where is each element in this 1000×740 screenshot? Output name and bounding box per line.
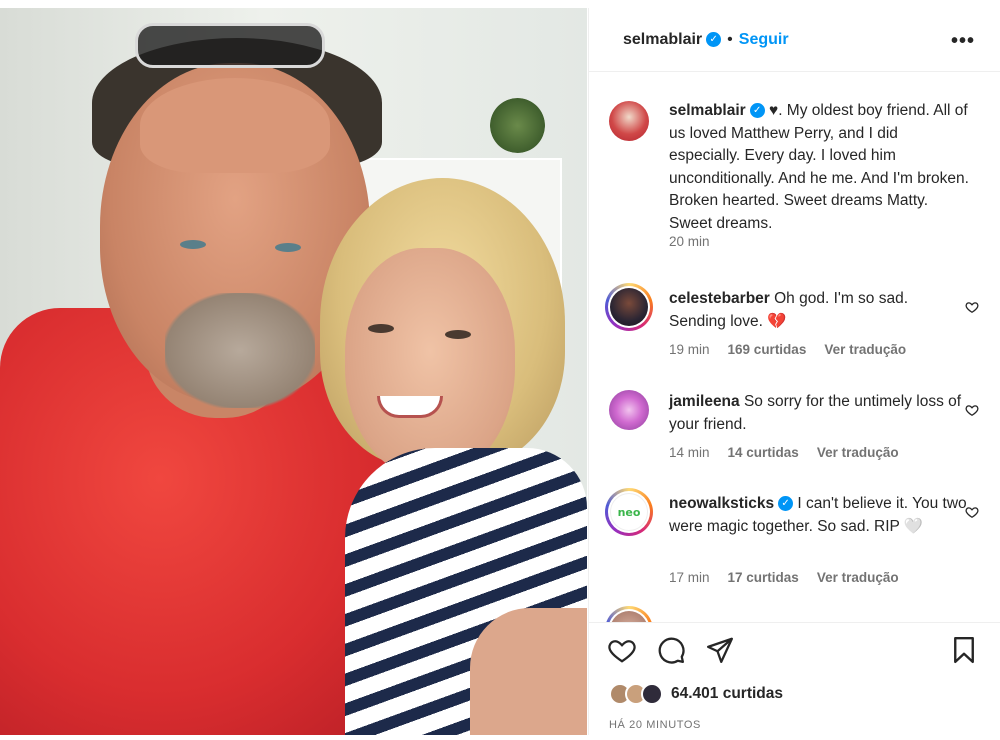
heart-icon[interactable]	[965, 300, 979, 314]
verified-badge-icon: ✓	[706, 32, 722, 47]
avatar-image	[610, 611, 648, 622]
translate-link[interactable]: Ver tradução	[817, 570, 899, 585]
comment-time: 19 min	[669, 342, 710, 357]
translate-link[interactable]: Ver tradução	[817, 445, 899, 460]
comment-meta: 17 min 17 curtidas Ver tradução	[669, 570, 899, 585]
likes-count[interactable]: 64.401 curtidas	[671, 685, 783, 703]
avatar[interactable]	[609, 390, 649, 430]
comment-time: 17 min	[669, 570, 710, 585]
photo-eye	[275, 243, 301, 252]
likes-summary[interactable]: 64.401 curtidas	[609, 683, 783, 705]
heart-icon[interactable]	[607, 635, 637, 665]
verified-badge-icon: ✓	[778, 496, 794, 512]
verified-badge-icon: ✓	[749, 103, 765, 119]
follow-button[interactable]: Seguir	[739, 31, 789, 49]
translate-link[interactable]: Ver tradução	[824, 342, 906, 357]
comments-scroll-area[interactable]: selmablair ✓ ♥. My oldest boy friend. All…	[589, 72, 1000, 622]
avatar[interactable]: neo	[605, 488, 653, 536]
heart-icon[interactable]	[965, 505, 979, 519]
paper-plane-icon[interactable]	[705, 635, 735, 665]
avatar[interactable]	[605, 606, 653, 622]
post-timestamp: HÁ 20 MINUTOS	[609, 719, 701, 731]
caption-time: 20 min	[669, 234, 710, 249]
header-username[interactable]: selmablair	[623, 31, 702, 49]
comment-bubble-icon[interactable]	[656, 635, 686, 665]
photo-plant	[490, 98, 545, 153]
avatar-image: neo	[610, 493, 648, 531]
avatar[interactable]	[609, 101, 649, 141]
bookmark-icon[interactable]	[949, 635, 979, 665]
photo-beard	[165, 293, 315, 408]
comment-meta: 19 min 169 curtidas Ver tradução	[669, 342, 906, 357]
photo-forehead	[140, 78, 330, 173]
comment-text: jamileena So sorry for the untimely loss…	[669, 391, 969, 436]
post-actions: 64.401 curtidas HÁ 20 MINUTOS	[589, 622, 1000, 735]
heart-icon[interactable]	[965, 403, 979, 417]
avatar	[641, 683, 663, 705]
post-side-panel: selmablair ✓ • Seguir ••• selmablair ✓ ♥.…	[588, 8, 1000, 735]
comment-username[interactable]: neowalksticks	[669, 495, 774, 512]
comment-username[interactable]: celestebarber	[669, 290, 770, 307]
photo-eye	[368, 324, 394, 333]
comment-text: neowalksticks ✓ I can't believe it. You t…	[669, 493, 969, 538]
comment-time: 14 min	[669, 445, 710, 460]
avatar[interactable]	[605, 283, 653, 331]
caption-text: selmablair ✓ ♥. My oldest boy friend. All…	[669, 100, 969, 235]
photo-sunglasses	[135, 23, 325, 68]
photo-eye	[180, 240, 206, 249]
header-separator: •	[727, 30, 733, 48]
photo-woman-face	[345, 248, 515, 478]
comment-username[interactable]: jamileena	[669, 393, 740, 410]
photo-eye	[445, 330, 471, 339]
comment-text: celestebarber Oh god. I'm so sad. Sendin…	[669, 288, 969, 333]
comment-meta: 14 min 14 curtidas Ver tradução	[669, 445, 899, 460]
comment-likes[interactable]: 169 curtidas	[728, 342, 807, 357]
comment-likes[interactable]: 17 curtidas	[728, 570, 799, 585]
comment-likes[interactable]: 14 curtidas	[728, 445, 799, 460]
caption-meta: 20 min	[669, 234, 710, 249]
post-header: selmablair ✓ • Seguir •••	[589, 8, 1000, 72]
avatar-image	[610, 288, 648, 326]
caption-username[interactable]: selmablair	[669, 102, 746, 119]
caption-body: ♥. My oldest boy friend. All of us loved…	[669, 102, 969, 232]
post-photo[interactable]	[0, 8, 587, 735]
more-options-icon[interactable]: •••	[951, 30, 975, 53]
photo-arm	[470, 608, 587, 735]
